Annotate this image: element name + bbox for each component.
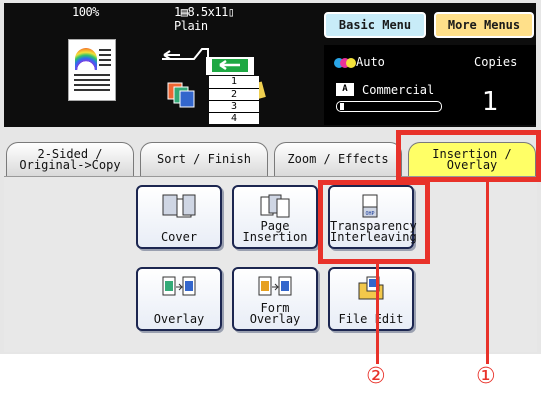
tray-stack: 1 2 3 4 [209,76,259,124]
callout-line-1 [486,182,489,364]
paper-type-readout: Plain [174,19,208,33]
tray-4: 4 [230,113,238,124]
tab-2-sided[interactable]: 2-Sided / Original->Copy [6,142,134,176]
file-edit-button[interactable]: File Edit [328,267,414,331]
tray-2: 2 [209,89,259,101]
density-fill [340,103,344,110]
tab-sort-finish[interactable]: Sort / Finish [140,142,268,176]
quality-label: Commercial [362,83,435,97]
callout-number-2: ② [366,364,386,389]
density-bar [336,101,442,112]
zoom-readout: 100% [72,5,99,19]
copies-count: 1 [482,87,499,117]
quality-icon: A [336,83,354,96]
tray-1: 1 [209,76,259,89]
cover-icon [162,194,196,218]
file-edit-icon [358,276,384,300]
overlay-icon [162,276,196,296]
callout-number-1: ① [476,364,496,389]
callout-box-1 [396,130,541,182]
basic-menu-button[interactable]: Basic Menu [324,12,426,38]
callout-line-2 [376,264,379,364]
paper-size-readout: 1▤8.5x11▯ [174,5,235,19]
more-menus-button[interactable]: More Menus [434,12,534,38]
tab-zoom-effects[interactable]: Zoom / Effects [274,142,402,176]
form-overlay-button[interactable]: Form Overlay [232,267,318,331]
multi-page-icon [167,82,195,108]
color-mode-icon [334,58,356,68]
overlay-button[interactable]: Overlay [136,267,222,331]
page-insertion-button[interactable]: Page Insertion [232,185,318,249]
page-insertion-icon [260,194,290,218]
color-mode-label: Auto [356,55,385,69]
function-area: Cover Page Insertion OHP Transparency Inte… [4,176,537,352]
rainbow-image [75,48,97,70]
form-overlay-icon [258,276,292,296]
tray-3: 3 [209,101,259,113]
copies-label: Copies [474,55,518,69]
status-bar: 100% 1▤8.5x11▯ Plain 1 2 3 4 Basic Menu … [4,3,536,127]
copy-status-box: Auto Copies A Commercial 1 [324,45,536,125]
original-preview-icon [68,39,116,101]
cover-button[interactable]: Cover [136,185,222,249]
callout-box-2 [318,180,430,264]
